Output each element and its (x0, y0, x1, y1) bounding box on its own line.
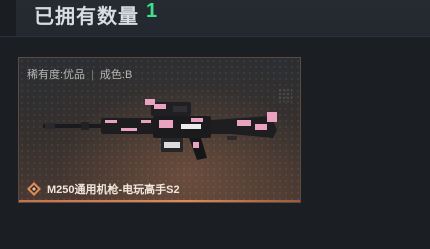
info-separator: | (91, 69, 94, 81)
diamond-quality-icon (27, 182, 41, 196)
weapon-name: M250通用机枪-电玩高手S2 (47, 184, 180, 196)
owned-count-label: 已拥有数量 (34, 6, 139, 28)
weapon-skin-card[interactable]: 稀有度:优品 | 成色:B M250通用机枪-电玩高手S2 (18, 57, 301, 203)
weapon-image (43, 99, 277, 160)
owned-count-value: 1 (146, 0, 158, 22)
quality-color-bar (19, 200, 300, 202)
condition-label: 成色:B (99, 69, 133, 81)
card-info-line: 稀有度:优品 | 成色:B (27, 66, 132, 82)
rarity-label: 稀有度:优品 (27, 69, 86, 81)
header-accent (0, 0, 16, 36)
header-bar: 已拥有数量 1 (0, 0, 430, 37)
